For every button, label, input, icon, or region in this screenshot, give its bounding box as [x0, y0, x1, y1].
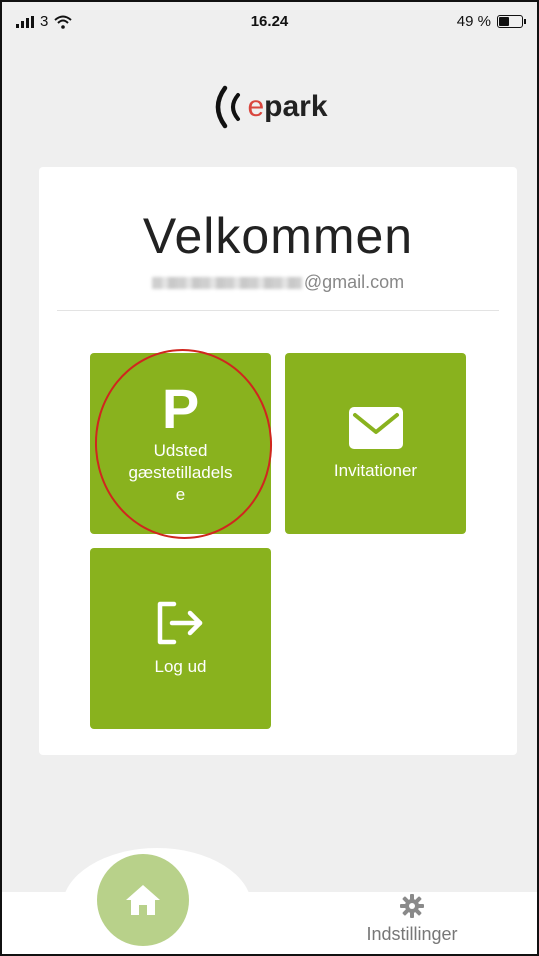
app-screen: 3 16.24 49 % epark Velkommen @gmail.com	[0, 0, 539, 956]
envelope-icon	[348, 406, 403, 449]
logo-wordmark: epark	[247, 90, 327, 124]
email-redacted	[151, 276, 302, 289]
settings-label: Indstillinger	[366, 924, 458, 944]
issue-permit-label-line3: e	[175, 484, 186, 504]
parking-p-icon: P	[161, 376, 200, 440]
home-icon	[126, 885, 160, 915]
welcome-title: Velkommen	[142, 208, 414, 264]
logout-icon	[157, 601, 202, 644]
issue-permit-label-line1: Udsted	[153, 440, 208, 460]
welcome-card: Velkommen @gmail.com P Udsted gæstetilla…	[39, 167, 517, 755]
logo-e: e	[247, 90, 265, 123]
logout-label: Log ud	[154, 656, 207, 676]
logo-park: park	[264, 90, 328, 123]
settings-tab[interactable]: Indstillinger	[342, 894, 482, 945]
gear-icon-wrap	[342, 894, 482, 918]
epark-logo: epark	[2, 82, 537, 132]
issue-guest-permit-button[interactable]: P Udsted gæstetilladels e	[90, 353, 271, 534]
signal-arcs-icon	[216, 85, 241, 129]
invitations-label: Invitationer	[333, 460, 418, 480]
battery-percentage: 49 %	[456, 13, 491, 30]
divider	[57, 310, 499, 311]
status-bar: 3 16.24 49 %	[2, 2, 537, 42]
user-email: @gmail.com	[39, 272, 517, 293]
email-domain: @gmail.com	[303, 272, 405, 292]
logout-button[interactable]: Log ud	[90, 548, 271, 729]
home-button[interactable]	[97, 854, 189, 946]
issue-permit-label-line2: gæstetilladels	[128, 462, 233, 482]
gear-icon	[400, 894, 424, 918]
invitations-button[interactable]: Invitationer	[285, 353, 466, 534]
status-right: 49 %	[456, 13, 526, 30]
battery-fill	[499, 17, 509, 26]
battery-icon	[497, 15, 526, 28]
